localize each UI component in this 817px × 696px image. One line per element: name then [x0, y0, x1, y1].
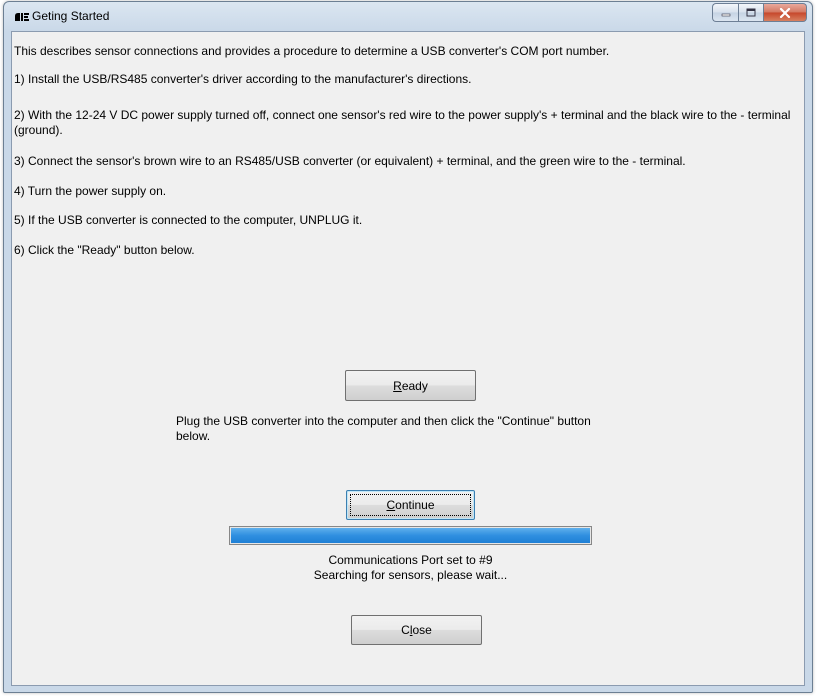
plug-instruction-text: Plug the USB converter into the computer… — [176, 414, 591, 443]
step-6-text: 6) Click the "Ready" button below. — [14, 243, 195, 257]
ready-button-label: Ready — [393, 378, 428, 393]
window-title: Geting Started — [32, 9, 110, 23]
minimize-icon — [721, 13, 730, 16]
close-button-label: Close — [401, 623, 432, 637]
getting-started-window: Geting Started This describes sensor con… — [3, 1, 813, 693]
search-progress-bar — [229, 526, 592, 545]
continue-button[interactable]: Continue — [346, 490, 475, 520]
maximize-icon — [746, 8, 756, 17]
minimize-button[interactable] — [712, 3, 738, 22]
close-button[interactable]: Close — [351, 615, 482, 645]
com-port-status: Communications Port set to #9 — [328, 553, 493, 567]
intro-text: This describes sensor connections and pr… — [14, 44, 610, 58]
step-5-text: 5) If the USB converter is connected to … — [14, 213, 363, 227]
step-3-text: 3) Connect the sensor's brown wire to an… — [14, 154, 686, 168]
search-status: Searching for sensors, please wait... — [313, 568, 508, 582]
close-window-button[interactable] — [764, 3, 807, 22]
progress-fill — [231, 528, 590, 543]
ready-button[interactable]: Ready — [345, 370, 476, 401]
title-bar[interactable]: Geting Started — [4, 2, 812, 30]
close-icon — [779, 7, 791, 18]
app-logo-icon — [15, 13, 29, 21]
step-4-text: 4) Turn the power supply on. — [14, 184, 167, 198]
dialog-body: This describes sensor connections and pr… — [11, 31, 805, 686]
caption-buttons — [712, 3, 807, 22]
step-1-text: 1) Install the USB/RS485 converter's dri… — [14, 72, 472, 86]
maximize-button[interactable] — [738, 3, 764, 22]
focus-rectangle — [350, 494, 471, 516]
step-2-text: 2) With the 12-24 V DC power supply turn… — [14, 108, 791, 137]
